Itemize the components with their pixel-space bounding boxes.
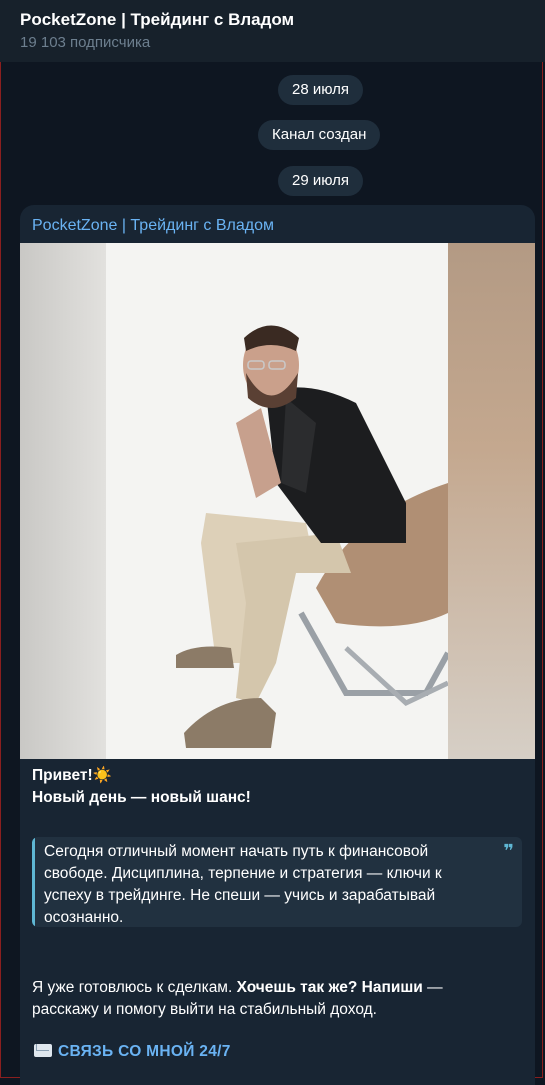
post-headline: Новый день — новый шанс! xyxy=(32,789,251,806)
channel-post: PocketZone | Трейдинг с Владом Привет!☀️… xyxy=(20,205,535,1085)
contact-link[interactable]: СВЯЗЬ СО МНОЙ 24/7 xyxy=(34,1043,231,1061)
photo-blur-right xyxy=(448,243,535,759)
envelope-icon xyxy=(34,1044,52,1057)
service-message-channel-created: Канал создан xyxy=(258,120,381,150)
channel-title[interactable]: PocketZone | Трейдинг с Владом xyxy=(20,10,294,30)
post-author[interactable]: PocketZone | Трейдинг с Владом xyxy=(32,217,274,235)
post-greeting-block: Привет!☀️ Новый день — новый шанс! xyxy=(32,765,522,809)
paragraph-bold-text: Хочешь так же? Напиши xyxy=(236,979,423,996)
photo-blur-left xyxy=(20,243,106,759)
greeting-text: Привет! xyxy=(32,767,93,784)
photo-image xyxy=(106,243,451,759)
date-separator: 28 июля xyxy=(278,75,364,105)
sun-emoji-icon: ☀️ xyxy=(92,767,112,784)
quote-icon: ❞ xyxy=(503,841,514,861)
subscriber-count: 19 103 подписчика xyxy=(20,34,151,51)
person-illustration xyxy=(176,325,451,748)
quote-accent-bar xyxy=(32,837,35,927)
post-paragraph: Я уже готовлюсь к сделкам. Хочешь так же… xyxy=(32,977,512,1021)
quote-text: Сегодня отличный момент начать путь к фи… xyxy=(44,843,442,926)
contact-link-label[interactable]: СВЯЗЬ СО МНОЙ 24/7 xyxy=(58,1043,231,1060)
blockquote: Сегодня отличный момент начать путь к фи… xyxy=(32,837,522,927)
chat-header[interactable]: PocketZone | Трейдинг с Владом 19 103 по… xyxy=(0,0,545,62)
paragraph-text: Я уже готовлюсь к сделкам. xyxy=(32,979,237,996)
post-photo[interactable] xyxy=(20,243,535,759)
date-separator: 29 июля xyxy=(278,166,364,196)
